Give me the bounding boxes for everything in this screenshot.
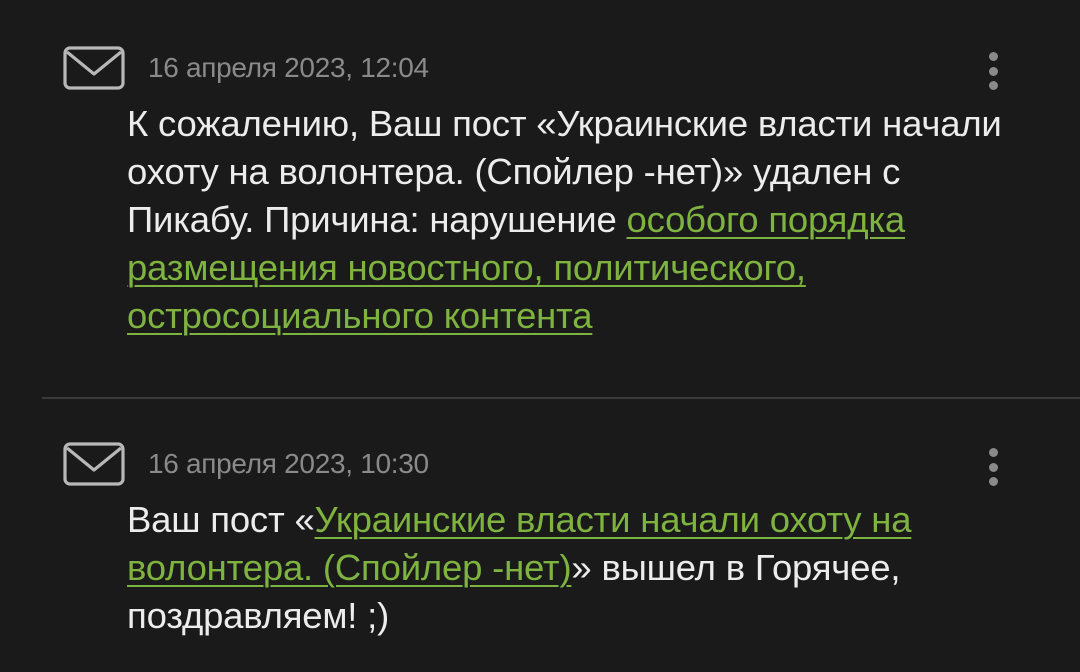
divider	[42, 397, 1080, 399]
notification-message: К сожалению, Ваш пост «Украинские власти…	[127, 100, 1017, 340]
message-text: Ваш пост «	[127, 499, 315, 540]
menu-dot-icon	[988, 81, 998, 90]
mail-icon	[63, 442, 125, 486]
notification-timestamp: 16 апреля 2023, 12:04	[148, 52, 429, 83]
notification-timestamp: 16 апреля 2023, 10:30	[148, 448, 429, 479]
more-options-button[interactable]	[976, 444, 1010, 490]
notification-item[interactable]: 16 апреля 2023, 12:04 К сожалению, Ваш п…	[0, 0, 1080, 398]
mail-icon	[63, 46, 125, 90]
menu-dot-icon	[988, 52, 998, 61]
menu-dot-icon	[988, 448, 998, 457]
notification-item[interactable]: 16 апреля 2023, 10:30 Ваш пост «Украинск…	[0, 400, 1080, 672]
notification-message: Ваш пост «Украинские власти начали охоту…	[127, 496, 1017, 640]
more-options-button[interactable]	[976, 48, 1010, 94]
menu-dot-icon	[988, 462, 998, 472]
menu-dot-icon	[988, 477, 998, 486]
menu-dot-icon	[988, 66, 998, 76]
